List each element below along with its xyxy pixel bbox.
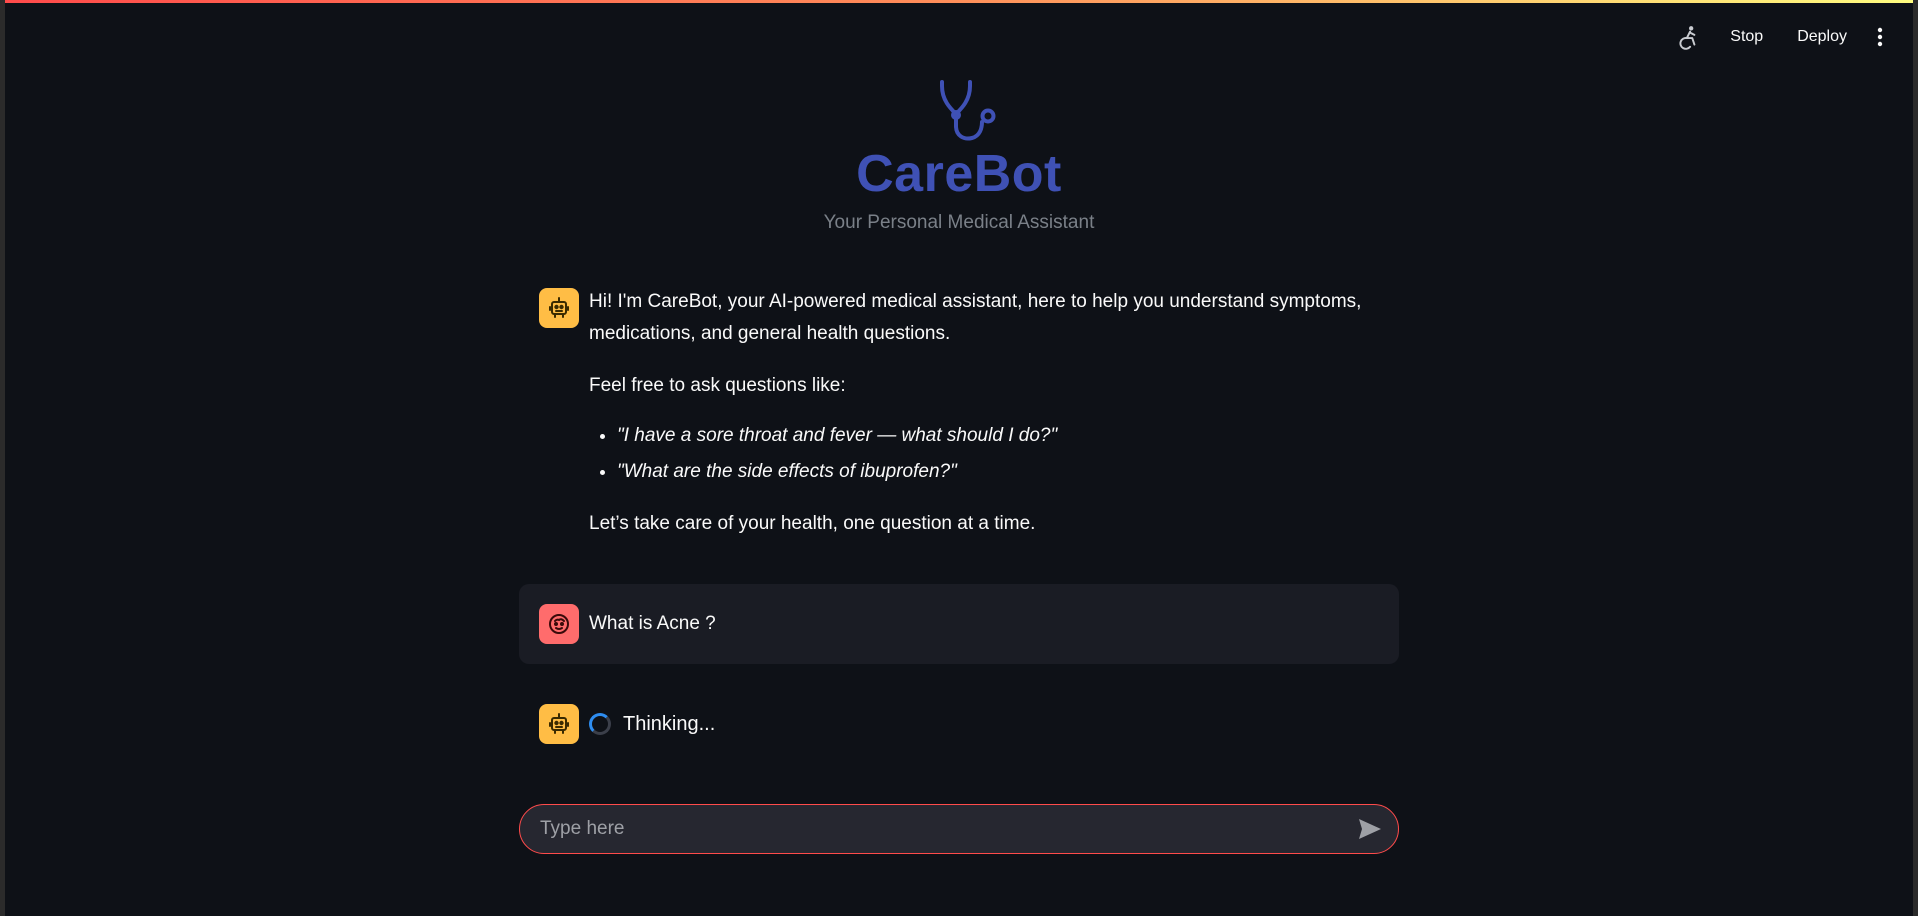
welcome-closing: Let’s take care of your health, one ques… xyxy=(589,513,1036,534)
vertical-dots-icon xyxy=(1877,27,1883,47)
assistant-thinking: Thinking... xyxy=(519,704,1399,744)
main-menu-button[interactable] xyxy=(1867,22,1893,52)
send-button[interactable] xyxy=(1350,809,1390,849)
stethoscope-icon xyxy=(936,78,1000,144)
chat-container: Hi! I'm CareBot, your AI-powered medical… xyxy=(519,284,1399,744)
user-face-icon xyxy=(549,614,569,634)
loading-spinner xyxy=(589,713,611,735)
example-question: "I have a sore throat and fever — what s… xyxy=(617,418,1379,454)
thinking-status: Thinking... xyxy=(623,712,716,735)
header-toolbar: Stop Deploy xyxy=(1674,22,1893,52)
app-window: Stop Deploy CareBot Your Personal Medica… xyxy=(0,0,1918,916)
assistant-message-body: Hi! I'm CareBot, your AI-powered medical… xyxy=(589,288,1379,560)
top-decoration-bar xyxy=(5,0,1913,3)
robot-face-icon xyxy=(549,297,569,318)
example-question: "What are the side effects of ibuprofen?… xyxy=(617,454,1379,490)
robot-face-icon xyxy=(549,713,569,734)
user-avatar xyxy=(539,604,579,644)
page-title: CareBot xyxy=(856,145,1062,203)
bot-avatar xyxy=(539,704,579,744)
welcome-prompt: Feel free to ask questions like: xyxy=(589,375,846,396)
page-subtitle: Your Personal Medical Assistant xyxy=(823,212,1095,233)
chat-input[interactable] xyxy=(520,818,1350,840)
running-figure-icon xyxy=(1674,22,1704,52)
hero-header: CareBot Your Personal Medical Assistant xyxy=(5,78,1913,234)
chat-input-container xyxy=(519,804,1399,854)
assistant-message: Hi! I'm CareBot, your AI-powered medical… xyxy=(519,284,1399,564)
deploy-button[interactable]: Deploy xyxy=(1785,22,1859,52)
stop-button[interactable]: Stop xyxy=(1718,22,1775,52)
user-message-text: What is Acne ? xyxy=(589,613,716,634)
example-questions-list: "I have a sore throat and fever — what s… xyxy=(589,418,1379,490)
send-arrow-icon xyxy=(1359,819,1381,839)
bot-avatar xyxy=(539,288,579,328)
welcome-intro: Hi! I'm CareBot, your AI-powered medical… xyxy=(589,291,1362,344)
user-message: What is Acne ? xyxy=(519,584,1399,664)
